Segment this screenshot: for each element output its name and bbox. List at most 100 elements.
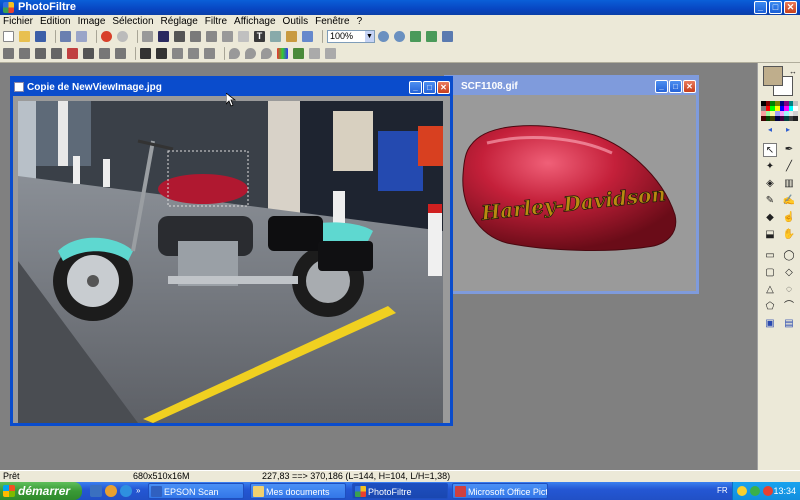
menu-affichage[interactable]: Affichage: [231, 15, 280, 28]
hand-icon[interactable]: ✋: [782, 228, 796, 242]
menu-fenetre[interactable]: Fenêtre: [312, 15, 353, 28]
minimize-button[interactable]: _: [754, 1, 767, 14]
flip-icon[interactable]: [325, 48, 336, 59]
line-tool-icon[interactable]: ╱: [782, 160, 796, 174]
image-window-copie[interactable]: Copie de NewViewImage.jpg _ □ ✕: [10, 76, 453, 426]
crop-icon[interactable]: [142, 31, 153, 42]
menu-filtre[interactable]: Filtre: [202, 15, 231, 28]
color-palette[interactable]: [761, 101, 798, 121]
selection-tool-icon[interactable]: ↖: [763, 143, 777, 157]
fit-window-icon[interactable]: [426, 31, 437, 42]
menu-image[interactable]: Image: [75, 15, 110, 28]
ellipse-icon[interactable]: ◯: [782, 249, 796, 263]
filter-sharpen-icon[interactable]: [188, 48, 199, 59]
monitor-icon[interactable]: [442, 31, 453, 42]
language-indicator[interactable]: FR: [717, 485, 729, 497]
texture-icon[interactable]: [270, 31, 281, 42]
tray-network-icon[interactable]: [750, 486, 760, 496]
filter-sepia-icon[interactable]: [115, 48, 126, 59]
taskbar-item-photofiltre[interactable]: PhotoFiltre: [352, 483, 448, 499]
copy-icon[interactable]: [190, 31, 201, 42]
actual-size-icon[interactable]: [410, 31, 421, 42]
filter-grid-icon[interactable]: [140, 48, 151, 59]
rounded-rect-icon[interactable]: ▢: [763, 266, 777, 280]
scan-icon[interactable]: [76, 31, 87, 42]
filter-brightness-icon[interactable]: [3, 48, 14, 59]
blur-drop-icon[interactable]: ◆: [763, 211, 777, 225]
close-button[interactable]: ✕: [437, 81, 450, 94]
selection-mode-icon[interactable]: ▣: [763, 317, 777, 331]
color-picker-icon[interactable]: ✒: [782, 143, 796, 157]
palette-next-icon[interactable]: ▸: [781, 123, 795, 137]
foreground-color-swatch[interactable]: [763, 66, 783, 86]
drop2-icon[interactable]: [245, 48, 256, 59]
zoom-in-icon[interactable]: [378, 31, 389, 42]
fullscreen-icon[interactable]: [302, 31, 313, 42]
image-canvas[interactable]: [13, 96, 450, 423]
paste-icon[interactable]: [206, 31, 217, 42]
canvas-size-icon[interactable]: [174, 31, 185, 42]
print-icon[interactable]: [60, 31, 71, 42]
start-button[interactable]: démarrer: [0, 482, 82, 500]
redo-icon[interactable]: [117, 31, 128, 42]
filter-noise-icon[interactable]: [204, 48, 215, 59]
menu-outils[interactable]: Outils: [280, 15, 313, 28]
smudge-icon[interactable]: ☝: [782, 211, 796, 225]
menu-fichier[interactable]: Fichier: [0, 15, 37, 28]
drop3-icon[interactable]: [261, 48, 272, 59]
advanced-brush-icon[interactable]: ✍: [782, 194, 796, 208]
maximize-button[interactable]: □: [769, 1, 782, 14]
polygon-icon[interactable]: ⬠: [763, 300, 777, 314]
rectangle-icon[interactable]: ▭: [763, 249, 777, 263]
minimize-button[interactable]: _: [655, 80, 668, 93]
tray-security-icon[interactable]: [763, 486, 773, 496]
window-caption[interactable]: SCF1108.gif _ □ ✕: [447, 78, 696, 95]
undo-icon[interactable]: [101, 31, 112, 42]
stamp-icon[interactable]: ⬓: [763, 228, 777, 242]
zoom-out-icon[interactable]: [394, 31, 405, 42]
filter-gray-icon[interactable]: [99, 48, 110, 59]
filter-gamma-icon[interactable]: [51, 48, 62, 59]
close-button[interactable]: ✕: [784, 1, 797, 14]
new-icon[interactable]: [3, 31, 14, 42]
menu-edition[interactable]: Edition: [37, 15, 75, 28]
taskbar-item-office-picture[interactable]: Microsoft Office Pictu...: [452, 483, 548, 499]
filter-color-icon[interactable]: [67, 48, 78, 59]
selection-mode2-icon[interactable]: ▤: [782, 317, 796, 331]
open-icon[interactable]: [19, 31, 30, 42]
menu-reglage[interactable]: Réglage: [158, 15, 202, 28]
menu-selection[interactable]: Sélection: [109, 15, 157, 28]
filter-grid2-icon[interactable]: [156, 48, 167, 59]
tray-notify-icon[interactable]: [737, 486, 747, 496]
filter-contrast-icon[interactable]: [19, 48, 30, 59]
filter-levels-icon[interactable]: [83, 48, 94, 59]
maximize-button[interactable]: □: [669, 80, 682, 93]
browser-icon[interactable]: [120, 485, 132, 497]
layer-icon[interactable]: [238, 31, 249, 42]
taskbar-item-epson-scan[interactable]: EPSON Scan: [148, 483, 244, 499]
image-canvas[interactable]: Harley-Davidson: [447, 95, 696, 291]
rgb-icon[interactable]: [277, 48, 288, 59]
image-size-icon[interactable]: [158, 31, 169, 42]
drop-icon[interactable]: [229, 48, 240, 59]
duplicate-icon[interactable]: [222, 31, 233, 42]
email-icon[interactable]: [105, 485, 117, 497]
spray-icon[interactable]: ▥: [782, 177, 796, 191]
image-window-scf1108[interactable]: SCF1108.gif _ □ ✕ Harley-Davidson: [444, 75, 699, 294]
maximize-button[interactable]: □: [423, 81, 436, 94]
lasso-icon[interactable]: ◌: [782, 283, 796, 297]
brush-icon[interactable]: ✎: [763, 194, 777, 208]
menu-help[interactable]: ?: [354, 15, 367, 28]
transform-icon[interactable]: [293, 48, 304, 59]
chevron-down-icon[interactable]: ▼: [365, 31, 374, 42]
rotate-icon[interactable]: [309, 48, 320, 59]
swap-colors-icon[interactable]: ↔: [786, 65, 800, 79]
zoom-select[interactable]: 100% ▼: [327, 30, 375, 43]
taskbar-item-mes-documents[interactable]: Mes documents: [250, 483, 346, 499]
text-tool-icon[interactable]: T: [254, 31, 265, 42]
palette-prev-icon[interactable]: ◂: [763, 123, 777, 137]
triangle-icon[interactable]: △: [763, 283, 777, 297]
diamond-icon[interactable]: ◇: [782, 266, 796, 280]
quicklaunch-more-icon[interactable]: »: [136, 487, 144, 495]
automation-icon[interactable]: [286, 31, 297, 42]
